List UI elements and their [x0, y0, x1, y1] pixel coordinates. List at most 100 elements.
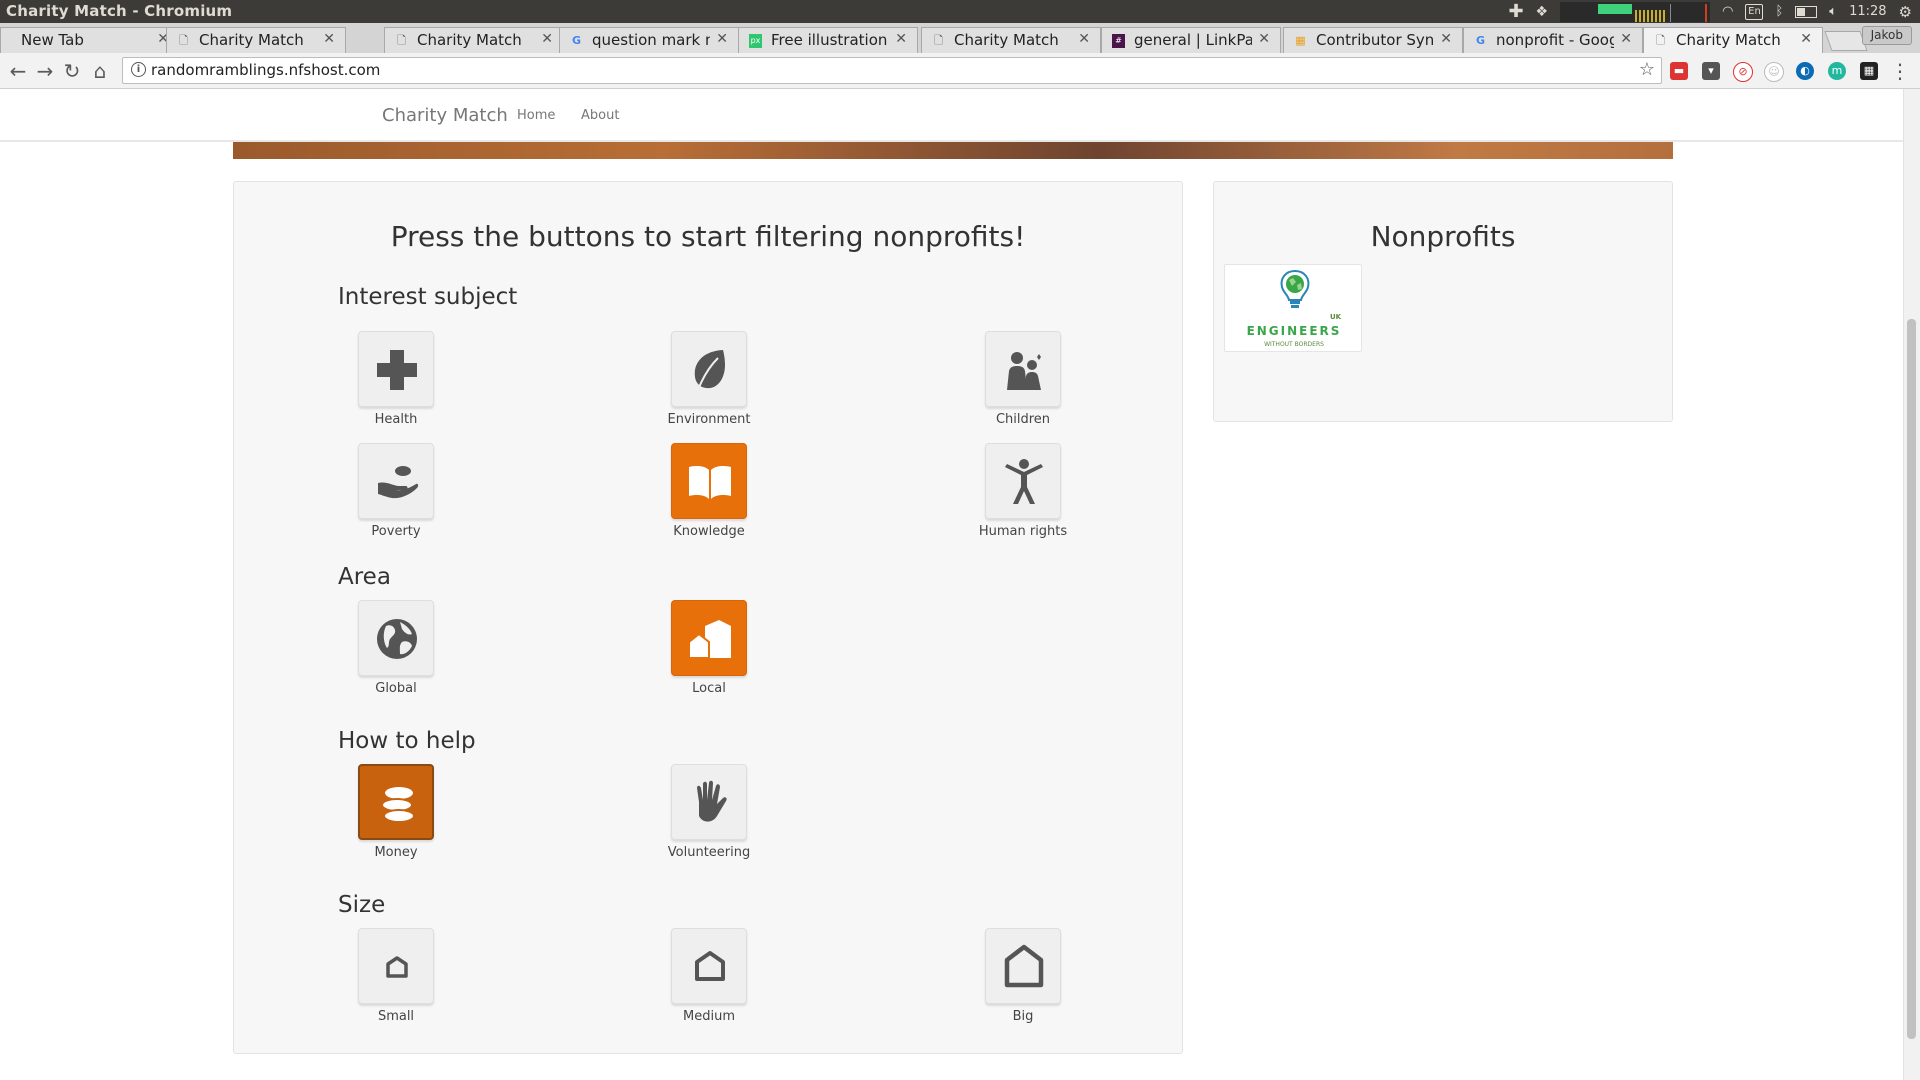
leaf-icon: [694, 350, 725, 391]
nav-home-link[interactable]: Home: [517, 108, 555, 123]
children-icon: [1007, 352, 1041, 390]
browser-tab[interactable]: px Free illustration: ✕: [738, 27, 918, 53]
dropbox-icon[interactable]: ❖: [1536, 4, 1549, 20]
site-navbar: Charity Match Home About: [0, 89, 1904, 142]
filter-button-knowledge[interactable]: [671, 443, 747, 519]
extension-gray-icon[interactable]: ☺: [1764, 62, 1784, 82]
filter-button-label: Knowledge: [673, 524, 745, 539]
bookmark-star-icon[interactable]: ☆: [1639, 59, 1655, 80]
filter-panel: Press the buttons to start filtering non…: [233, 181, 1183, 1054]
browser-tab[interactable]: ▦ Contributor Sync ✕: [1283, 27, 1463, 53]
home-icon[interactable]: ⌂: [88, 59, 112, 83]
extension-dark-icon[interactable]: ▦: [1860, 62, 1878, 80]
nonprofit-card[interactable]: UK ENGINEERS WITHOUT BORDERS: [1224, 264, 1362, 352]
page-scrollbar[interactable]: [1903, 89, 1920, 1080]
browser-tab[interactable]: 🗋 Charity Match ✕: [166, 27, 346, 53]
slack-icon: #: [1112, 34, 1125, 48]
section-title: Size: [338, 892, 386, 918]
reload-icon[interactable]: ↻: [60, 59, 84, 83]
pocket-icon[interactable]: ▾: [1702, 62, 1720, 80]
tab-title: question mark m…: [592, 31, 710, 49]
tab-title: Free illustration:: [771, 31, 889, 49]
tab-close-icon[interactable]: ✕: [1258, 31, 1270, 47]
tab-close-icon[interactable]: ✕: [1800, 31, 1812, 47]
keyboard-lang-indicator[interactable]: En: [1745, 3, 1764, 20]
filter-button-label: Human rights: [978, 524, 1068, 539]
filter-button-label: Global: [375, 681, 417, 696]
filter-button-poverty[interactable]: [358, 443, 434, 519]
nonprofit-logo-tagline: WITHOUT BORDERS: [1264, 341, 1324, 348]
system-monitor-graph[interactable]: [1560, 1, 1711, 22]
browser-tab-active[interactable]: 🗋 Charity Match ✕: [1643, 27, 1823, 53]
wifi-icon[interactable]: ◠: [1722, 4, 1733, 19]
tab-close-icon[interactable]: ✕: [541, 31, 553, 47]
browser-toolbar: ← → ↻ ⌂ i randomramblings.nfshost.com ☆ …: [0, 53, 1920, 89]
address-bar[interactable]: i randomramblings.nfshost.com ☆: [122, 57, 1662, 84]
tab-close-icon[interactable]: ✕: [1620, 31, 1632, 47]
tab-close-icon[interactable]: ✕: [1440, 31, 1452, 47]
tab-close-icon[interactable]: ✕: [716, 31, 728, 47]
tab-title: Charity Match: [199, 31, 304, 49]
back-icon[interactable]: ←: [6, 59, 30, 83]
section-title: Area: [338, 564, 391, 590]
house-medium-icon: [695, 951, 725, 981]
filter-button-label: Money: [374, 845, 418, 860]
browser-tab[interactable]: Gnonprofit - Googl ✕: [1463, 27, 1643, 53]
filter-button-environment[interactable]: [671, 331, 747, 407]
tab-title: nonprofit - Googl: [1496, 31, 1614, 49]
scrollbar-thumb[interactable]: [1907, 319, 1916, 1039]
google-icon: G: [1475, 34, 1486, 47]
houses-icon: [688, 620, 731, 659]
extension-stop-icon[interactable]: ⊘: [1733, 62, 1753, 82]
address-url[interactable]: randomramblings.nfshost.com: [151, 61, 380, 79]
filter-button-local[interactable]: [671, 600, 747, 676]
hand-icon: [697, 780, 727, 822]
globe-icon: [377, 619, 417, 659]
filter-button-money[interactable]: [358, 764, 434, 840]
page-icon: 🗋: [934, 34, 943, 47]
forward-icon[interactable]: →: [33, 59, 57, 83]
filter-button-children[interactable]: [985, 331, 1061, 407]
browser-tab[interactable]: 🗋 Charity Match ✕: [384, 27, 564, 53]
tab-close-icon[interactable]: ✕: [1078, 31, 1090, 47]
tab-title: Charity Match: [417, 31, 522, 49]
browser-menu-icon[interactable]: ⋮: [1890, 59, 1910, 83]
site-info-icon[interactable]: i: [131, 62, 146, 77]
filter-button-big[interactable]: [985, 928, 1061, 1004]
tab-title: Charity Match: [954, 31, 1059, 49]
plus-icon[interactable]: ✚: [1508, 1, 1523, 22]
filter-button-small[interactable]: [358, 928, 434, 1004]
nav-about-link[interactable]: About: [581, 108, 619, 123]
grid-icon: ▦: [1295, 34, 1306, 47]
extension-red-icon[interactable]: ▬: [1670, 62, 1688, 80]
browser-tab[interactable]: 🗋 Charity Match ✕: [921, 27, 1101, 53]
filter-button-volunteering[interactable]: [671, 764, 747, 840]
volume-icon[interactable]: 🔈︎: [1829, 4, 1837, 19]
bluetooth-icon[interactable]: ᛒ: [1775, 4, 1783, 19]
hand-coin-icon: [378, 466, 419, 499]
coins-icon: [381, 787, 415, 823]
browser-tab[interactable]: # general | LinkPac ✕: [1101, 27, 1281, 53]
filter-button-label: Small: [377, 1009, 415, 1024]
browser-tab[interactable]: New Tab ✕: [0, 27, 180, 53]
browser-tab[interactable]: Gquestion mark m… ✕: [559, 27, 739, 53]
filter-button-global[interactable]: [358, 600, 434, 676]
nonprofit-logo-name: ENGINEERS: [1246, 324, 1342, 338]
extension-blue-icon[interactable]: ◐: [1796, 62, 1814, 80]
battery-icon[interactable]: [1795, 5, 1818, 18]
extension-teal-icon[interactable]: m: [1828, 62, 1846, 80]
profile-button[interactable]: Jakob: [1861, 26, 1912, 45]
tab-close-icon[interactable]: ✕: [895, 31, 907, 47]
page-icon: 🗋: [397, 34, 406, 47]
section-title: Interest subject: [338, 284, 518, 310]
tab-close-icon[interactable]: ✕: [323, 31, 335, 47]
tab-title: New Tab: [21, 31, 84, 49]
filter-button-medium[interactable]: [671, 928, 747, 1004]
clock[interactable]: 11:28: [1849, 4, 1886, 19]
filter-button-health[interactable]: [358, 331, 434, 407]
settings-gear-icon[interactable]: ⚙: [1899, 3, 1912, 21]
page-icon: 🗋: [179, 34, 188, 47]
site-brand[interactable]: Charity Match: [382, 105, 508, 126]
nonprofits-panel: Nonprofits UK ENGINEERS WITHOUT BORDERS: [1213, 181, 1673, 422]
filter-button-human-rights[interactable]: [985, 443, 1061, 519]
